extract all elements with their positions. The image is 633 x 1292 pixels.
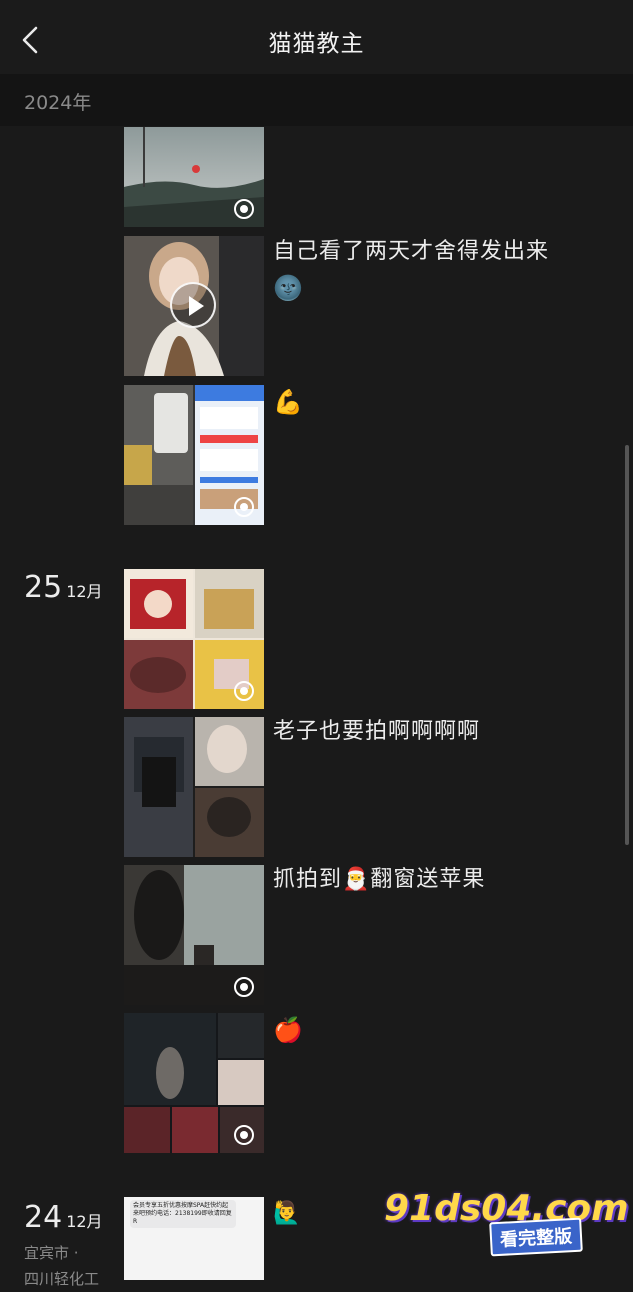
post-caption: 🍎 (273, 1012, 593, 1050)
watermark: 91ds04.com 看完整版 (384, 1188, 629, 1258)
post-thumbnail[interactable] (124, 717, 264, 857)
person-raising-hand-emoji: 🙋‍♂️ (273, 1201, 302, 1226)
location-line: 四川轻化工 (24, 1270, 100, 1288)
date-day: 24 (24, 1200, 63, 1235)
scrollbar[interactable] (625, 445, 629, 845)
post-caption: 抓拍到🎅翻窗送苹果 (273, 862, 593, 898)
post-location[interactable]: 宜宾市 · 四川轻化工 (24, 1240, 99, 1292)
camera-icon (234, 977, 254, 997)
red-apple-emoji: 🍎 (273, 1016, 304, 1044)
location-line: 宜宾市 · (24, 1244, 79, 1262)
post-date: 24 12月 (24, 1200, 103, 1235)
date-month: 12月 (66, 1212, 103, 1231)
watermark-tagline: 看完整版 (489, 1217, 583, 1257)
camera-icon (234, 1125, 254, 1145)
new-moon-face-emoji: 🌚 (273, 274, 304, 302)
santa-emoji: 🎅 (342, 867, 371, 892)
post-thumbnail[interactable] (124, 865, 264, 1005)
post-video-thumbnail[interactable] (124, 236, 264, 376)
date-day: 25 (24, 570, 63, 605)
post-caption: 💪 (273, 384, 593, 422)
couple-photos (124, 717, 264, 857)
screenshot-text: 会员专享五折优惠按摩SPA赶快约起来吧预约电话：2138199即收请回复R (133, 1202, 232, 1225)
post-thumbnail[interactable] (124, 1013, 264, 1153)
post-thumbnail[interactable] (124, 569, 264, 709)
flexed-biceps-emoji: 💪 (273, 388, 304, 416)
page-title: 猫猫教主 (268, 31, 365, 57)
post-caption: 老子也要拍啊啊啊啊 (273, 719, 481, 744)
camera-icon (234, 681, 254, 701)
post-thumbnail[interactable]: 会员专享五折优惠按摩SPA赶快约起来吧预约电话：2138199即收请回复R (124, 1197, 264, 1280)
caption-text: 自己看了两天才舍得发出来 (273, 239, 550, 264)
message-bubble: 会员专享五折优惠按摩SPA赶快约起来吧预约电话：2138199即收请回复R (130, 1200, 236, 1228)
year-label: 2024年 (24, 92, 92, 114)
caption-text: 翻窗送苹果 (370, 867, 486, 892)
year-section-header: 2024年 (0, 74, 633, 126)
post-thumbnail[interactable] (124, 385, 264, 525)
post-thumbnail[interactable] (124, 127, 264, 227)
play-icon[interactable] (170, 282, 216, 328)
camera-icon (234, 497, 254, 517)
caption-text: 抓拍到 (273, 867, 343, 892)
top-bar: 猫猫教主 (0, 0, 633, 75)
date-month: 12月 (66, 582, 103, 601)
post-date: 25 12月 (24, 570, 103, 605)
camera-icon (234, 199, 254, 219)
post-caption: 自己看了两天才舍得发出来 🌚 (273, 234, 593, 308)
